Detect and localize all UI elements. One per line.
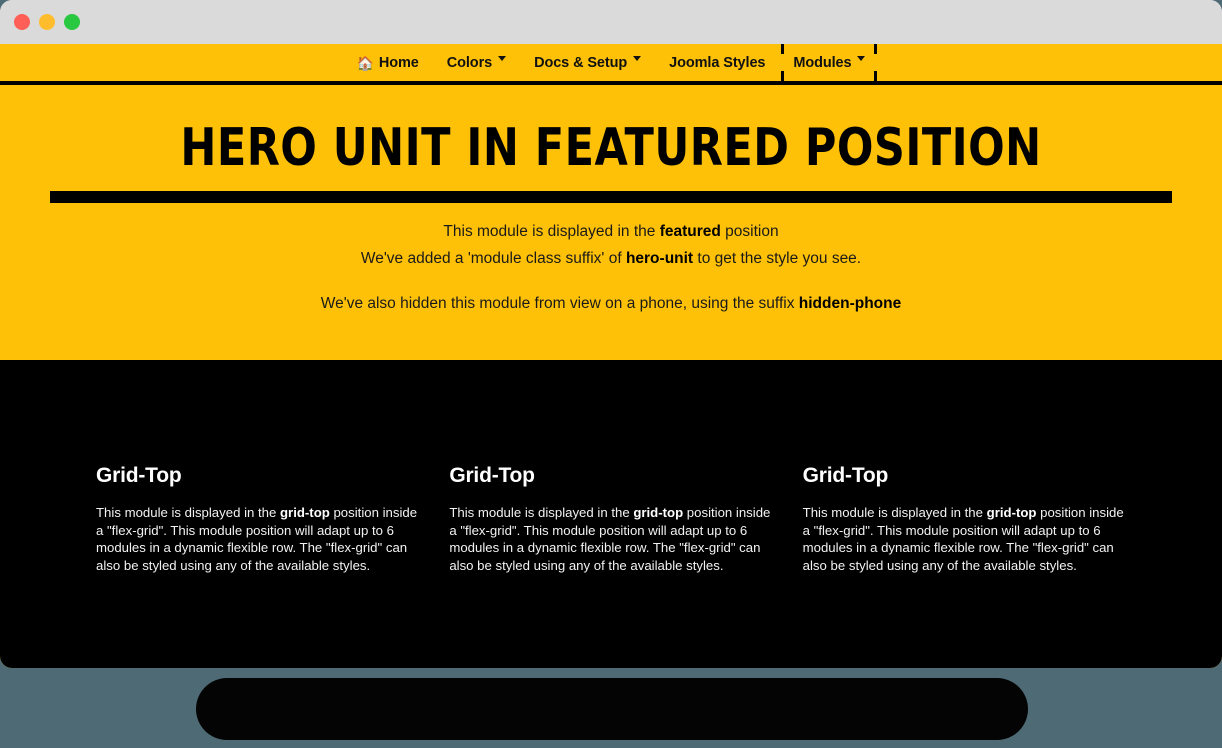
grid-top-module-body: This module is displayed in the grid-top… (96, 504, 419, 574)
grid-top-section: Grid-Top This module is displayed in the… (0, 360, 1222, 668)
hero-paragraph-2: We've added a 'module class suffix' of h… (0, 246, 1222, 273)
browser-window: 🏠 Home Colors Docs & Setup Joomla Styles… (0, 0, 1222, 668)
grid-top-module-title: Grid-Top (802, 464, 889, 487)
window-controls (14, 14, 80, 30)
hero-p2-strong: hero-unit (625, 249, 694, 267)
hero-unit-featured-module: Hero Unit in Featured Position This modu… (0, 85, 1222, 360)
main-navigation: 🏠 Home Colors Docs & Setup Joomla Styles… (0, 44, 1222, 85)
body-strong: grid-top (633, 505, 684, 520)
hero-p1-strong: featured (659, 223, 721, 241)
chevron-down-icon (498, 56, 507, 61)
page-title: Hero Unit in Featured Position (180, 118, 1042, 178)
hero-p1-pre: This module is displayed in the (443, 223, 660, 241)
hero-p3-pre: We've also hidden this module from view … (320, 295, 799, 313)
nav-item-modules[interactable]: Modules (779, 44, 879, 85)
grid-top-module: Grid-Top This module is displayed in the… (449, 464, 772, 574)
grid-top-module-title: Grid-Top (449, 464, 535, 487)
page-viewport: 🏠 Home Colors Docs & Setup Joomla Styles… (0, 44, 1222, 668)
nav-item-label: Modules (793, 54, 852, 71)
grid-top-module-body: This module is displayed in the grid-top… (449, 504, 772, 574)
body-pre: This module is displayed in the (449, 505, 634, 520)
body-pre: This module is displayed in the (96, 505, 280, 520)
body-strong: grid-top (280, 505, 330, 520)
home-icon: 🏠 (356, 54, 374, 71)
hero-p2-post: to get the style you see. (693, 249, 862, 267)
hero-paragraph-1: This module is displayed in the featured… (0, 219, 1222, 246)
grid-top-module: Grid-Top This module is displayed in the… (96, 464, 419, 574)
chevron-down-icon (857, 56, 866, 61)
nav-item-home[interactable]: 🏠 Home (343, 44, 433, 81)
window-titlebar (0, 0, 1222, 44)
flex-grid-row: Grid-Top This module is displayed in the… (96, 464, 1126, 574)
grid-top-module: Grid-Top This module is displayed in the… (803, 464, 1126, 574)
focus-bracket-bottom-left-icon (781, 71, 796, 85)
body-pre: This module is displayed in the (802, 505, 987, 520)
nav-item-label: Docs & Setup (534, 54, 628, 71)
dock-pill-shape (196, 678, 1028, 740)
grid-top-module-body: This module is displayed in the grid-top… (803, 504, 1126, 574)
hero-paragraph-3: We've also hidden this module from view … (0, 291, 1222, 318)
nav-item-label: Colors (446, 54, 493, 71)
hero-p3-strong: hidden-phone (798, 295, 902, 313)
nav-item-docs-and-setup[interactable]: Docs & Setup (520, 44, 655, 81)
title-underline-rule (50, 191, 1172, 204)
nav-item-joomla-styles[interactable]: Joomla Styles (655, 44, 779, 81)
minimize-window-button[interactable] (39, 14, 55, 30)
hero-p2-pre: We've added a 'module class suffix' of (360, 249, 626, 267)
nav-item-label: Home (378, 54, 419, 71)
chevron-down-icon (633, 56, 642, 61)
close-window-button[interactable] (14, 14, 30, 30)
nav-item-label: Joomla Styles (669, 54, 766, 71)
nav-item-colors[interactable]: Colors (433, 44, 520, 81)
hero-p1-post: position (720, 223, 779, 241)
nav-item-list: 🏠 Home Colors Docs & Setup Joomla Styles… (0, 44, 1222, 85)
maximize-window-button[interactable] (64, 14, 80, 30)
grid-top-module-title: Grid-Top (96, 464, 182, 487)
body-strong: grid-top (986, 505, 1037, 520)
focus-bracket-bottom-right-icon (863, 71, 878, 85)
